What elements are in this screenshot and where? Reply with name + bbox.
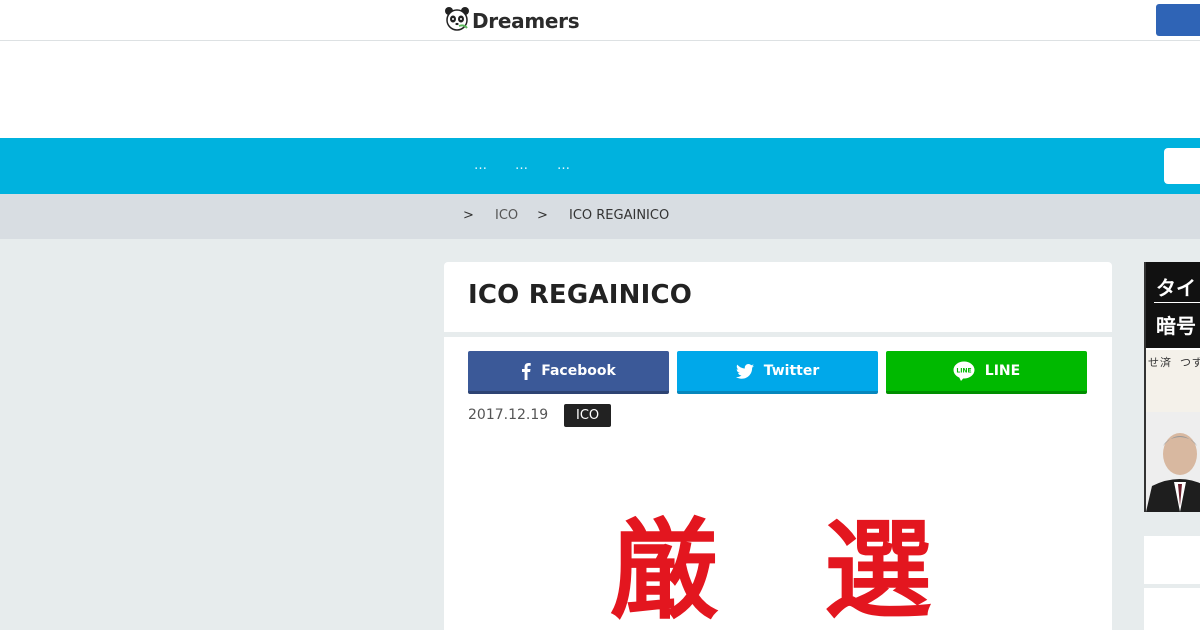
facebook-share-button[interactable]: Facebook	[468, 351, 669, 394]
hero-kanji-2: 選	[824, 508, 933, 630]
nav-item-2[interactable]: …	[515, 158, 528, 173]
publish-date: 2017.12.19	[468, 407, 549, 423]
main-nav: … … …	[0, 138, 1200, 194]
facebook-icon	[521, 362, 531, 380]
sidebar-banner-line-2: 暗号	[1156, 314, 1196, 338]
twitter-icon	[735, 363, 754, 379]
site-header: Dreamers	[0, 0, 1200, 41]
header-action-button[interactable]	[1156, 4, 1200, 36]
category-badge[interactable]: ICO	[564, 404, 612, 427]
sidebar-vertical-text-2: つ	[1180, 356, 1191, 369]
sidebar-ad-banner[interactable]: タイ 暗号 ず つ 済 せ	[1144, 262, 1200, 512]
page-title: ICO REGAINICO	[468, 280, 693, 310]
nav-item-3[interactable]: …	[557, 158, 570, 173]
nav-item-1[interactable]: …	[474, 158, 487, 173]
line-share-label: LINE	[984, 363, 1021, 379]
article-body: Facebook Twitter LINE LINE 2017.12.19 IC…	[444, 337, 1112, 630]
sidebar-banner-text: ず つ 済 せ	[1146, 350, 1200, 412]
ad-space	[0, 41, 1200, 138]
breadcrumb: > ICO > ICO REGAINICO	[0, 194, 1200, 239]
sidebar-widget-1	[1144, 536, 1200, 584]
facebook-share-label: Facebook	[541, 363, 616, 379]
search-input[interactable]	[1164, 148, 1200, 184]
breadcrumb-current: ICO REGAINICO	[569, 208, 670, 223]
panda-icon	[444, 6, 470, 36]
sidebar-banner-photo	[1146, 412, 1200, 512]
logo-text: Dreamers	[472, 9, 580, 33]
line-share-button[interactable]: LINE LINE	[886, 351, 1087, 394]
twitter-share-button[interactable]: Twitter	[677, 351, 878, 394]
sidebar-widget-2	[1144, 588, 1200, 630]
breadcrumb-separator: >	[463, 208, 474, 223]
twitter-share-label: Twitter	[763, 363, 820, 379]
sidebar-banner-line-1: タイ	[1156, 276, 1196, 300]
sidebar-vertical-text-4: せ	[1148, 356, 1159, 369]
hero-kanji-1: 厳	[610, 508, 719, 630]
svg-text:LINE: LINE	[956, 368, 971, 375]
article-header: ICO REGAINICO	[444, 262, 1112, 332]
sidebar-vertical-text-1: ず	[1192, 354, 1200, 370]
line-icon: LINE	[953, 361, 975, 381]
sidebar-vertical-text-3: 済	[1160, 356, 1171, 369]
breadcrumb-separator: >	[537, 208, 548, 223]
sidebar-banner-header: タイ 暗号	[1146, 262, 1200, 348]
breadcrumb-category-link[interactable]: ICO	[495, 208, 518, 223]
site-logo[interactable]: Dreamers	[444, 6, 580, 36]
